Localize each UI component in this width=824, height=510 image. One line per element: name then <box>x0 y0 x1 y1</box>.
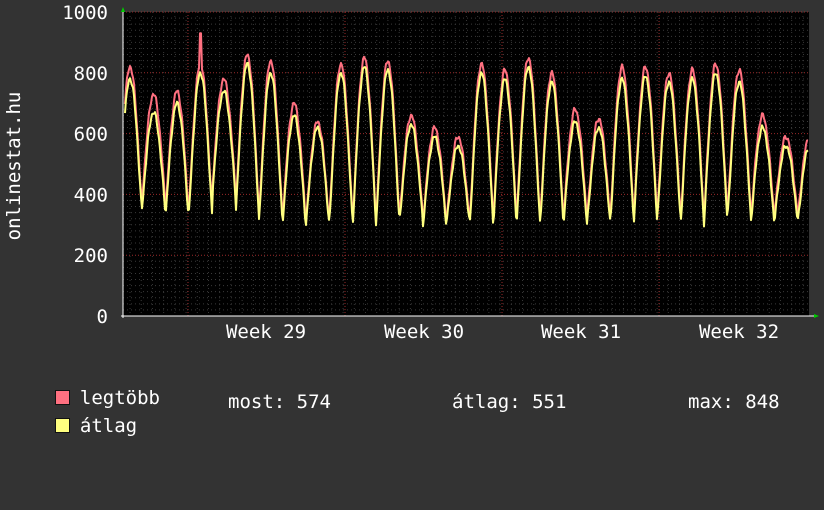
stat-now: most: 574 <box>228 391 331 413</box>
legend-item-atlag: átlag most: 574 átlag: 551 max: 848 <box>32 390 824 437</box>
x-tick-label: Week 29 <box>226 321 306 343</box>
x-tick-labels: Week 29 Week 30 Week 31 Week 32 <box>226 321 779 343</box>
y-tick-label: 200 <box>74 245 108 267</box>
y-axis-arrow-icon <box>121 7 125 12</box>
y-tick-labels: 0 200 400 600 800 1000 <box>62 2 108 328</box>
stat-avg: átlag: 551 <box>452 391 567 413</box>
stat-max: max: 848 <box>688 391 780 413</box>
y-tick-label: 0 <box>97 306 108 328</box>
y-axis-label: onlinestat.hu <box>3 92 25 241</box>
y-tick-label: 800 <box>74 63 108 85</box>
y-tick-label: 600 <box>74 124 108 146</box>
x-tick-label: Week 31 <box>541 321 621 343</box>
chart-svg: 02004006008001000 Week 29 Week 30 Week 31 W… <box>3 2 819 343</box>
y-tick-label: 1000 <box>62 2 108 24</box>
y-tick-label: 400 <box>74 184 108 206</box>
legend-item-legtobb: legtöbb <box>32 362 160 409</box>
legend-swatch <box>54 418 70 433</box>
x-tick-label: Week 32 <box>699 321 779 343</box>
x-axis-arrow-icon <box>814 314 819 318</box>
legend-label: átlag <box>79 415 138 437</box>
x-tick-label: Week 30 <box>384 321 464 343</box>
